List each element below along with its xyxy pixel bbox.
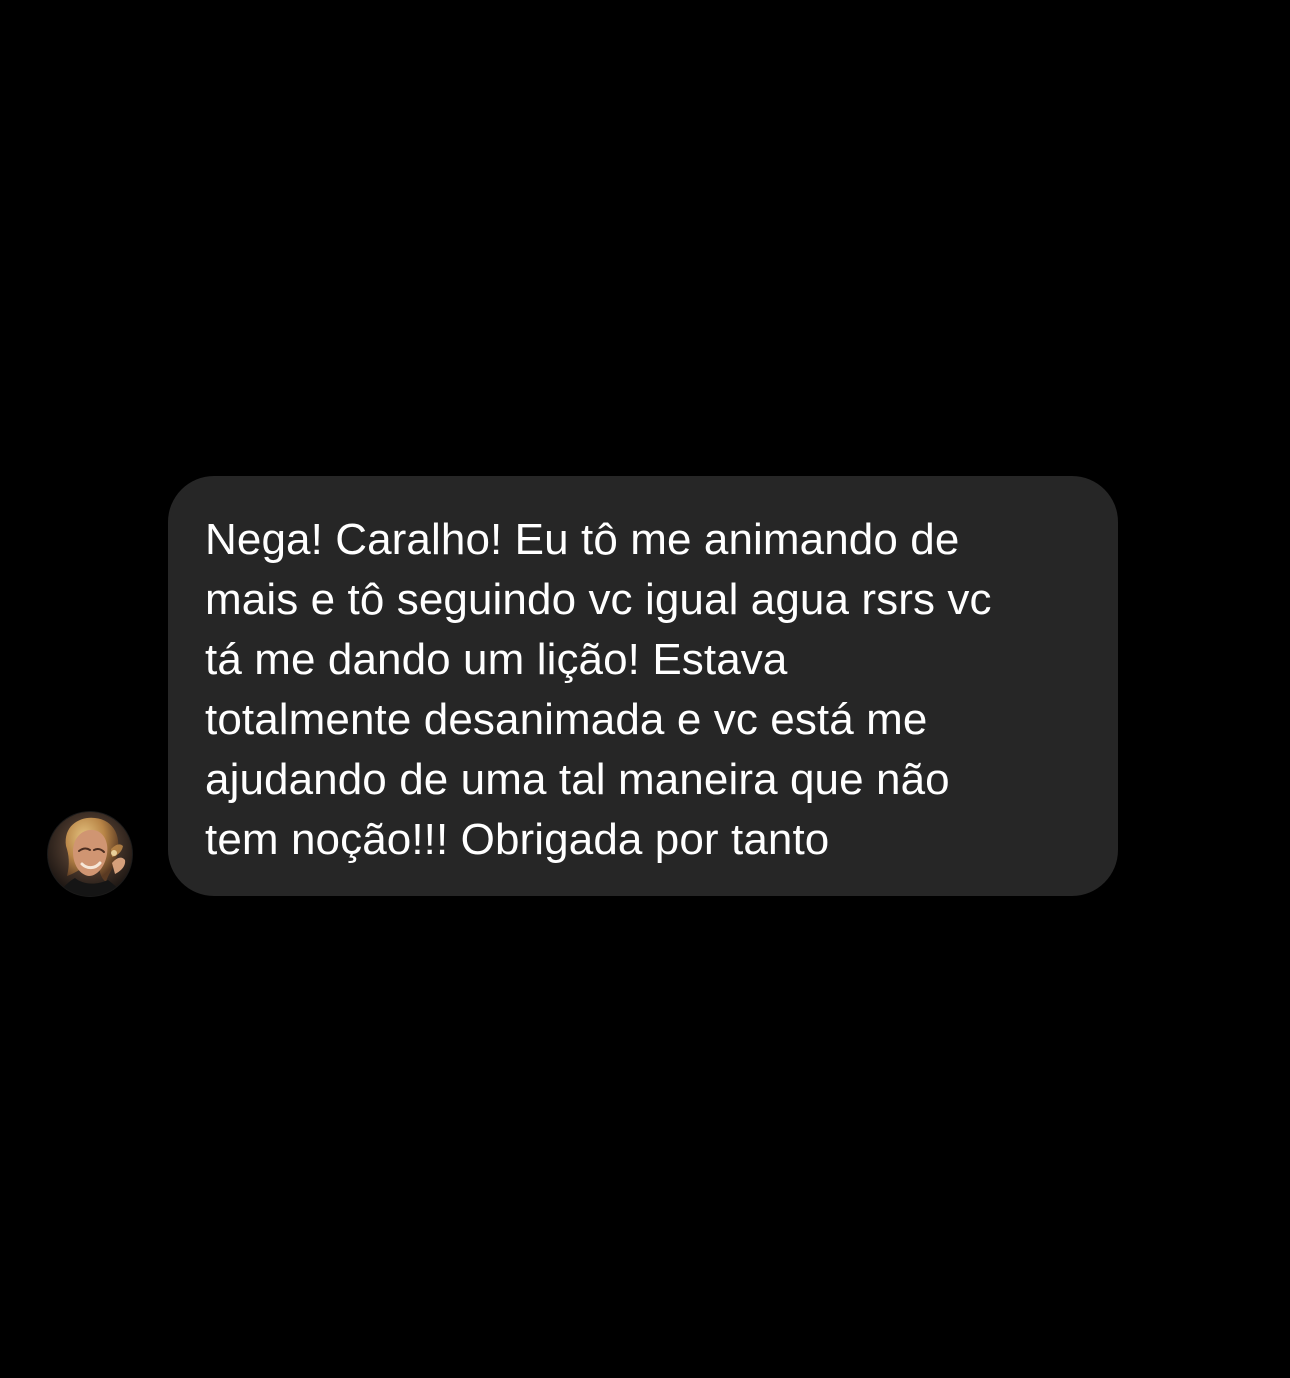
profile-photo-avatar-icon xyxy=(48,812,132,896)
received-message-bubble[interactable]: Nega! Caralho! Eu tô me animando de mais… xyxy=(168,476,1118,896)
message-line: totalmente desanimada e vc está me xyxy=(205,695,928,744)
avatar[interactable] xyxy=(48,812,132,896)
message-line: ajudando de uma tal maneira que não xyxy=(205,755,950,804)
message-row: Nega! Caralho! Eu tô me animando de mais… xyxy=(0,0,1290,1378)
message-line: tá me dando um lição! Estava xyxy=(205,635,788,684)
message-line: mais e tô seguindo vc igual agua rsrs vc xyxy=(205,575,992,624)
message-line: tem noção!!! Obrigada por tanto xyxy=(205,815,830,864)
message-line: Nega! Caralho! Eu tô me animando de xyxy=(205,515,960,564)
